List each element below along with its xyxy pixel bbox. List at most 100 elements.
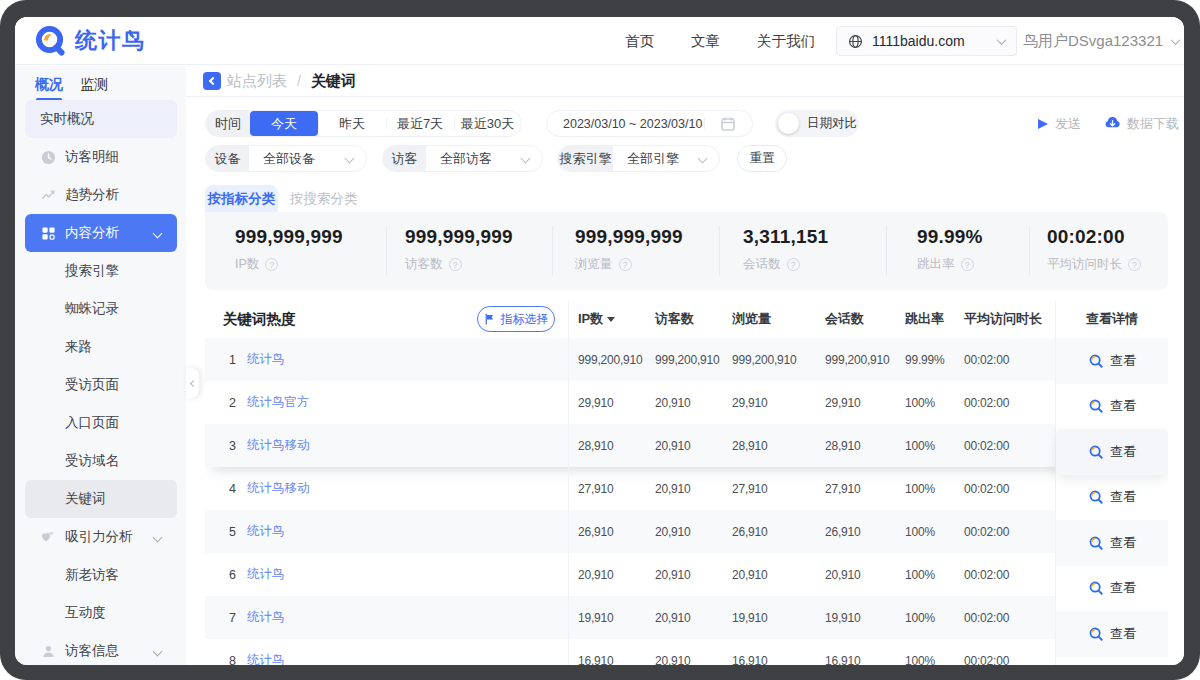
row-rank: 3	[229, 439, 247, 453]
row-rank: 5	[229, 525, 247, 539]
sidebar-tab-0[interactable]: 概况	[35, 76, 63, 94]
back-button[interactable]	[203, 72, 221, 90]
column-header-5[interactable]: 平均访问时长	[954, 310, 1055, 328]
help-icon[interactable]: ?	[787, 258, 800, 271]
help-icon[interactable]: ?	[961, 258, 974, 271]
filter-select-label: 设备	[206, 146, 249, 171]
metric-select-button[interactable]: 指标选择	[477, 306, 555, 332]
column-header-1[interactable]: 访客数	[645, 310, 722, 328]
view-detail-button[interactable]: 查看	[1056, 429, 1168, 475]
column-header-0[interactable]: IP数	[568, 310, 645, 328]
filter-select-2[interactable]: 搜索引擎全部引擎	[557, 145, 720, 172]
keyword-cell: 7统计鸟	[205, 609, 568, 626]
time-option-0[interactable]: 今天	[250, 111, 318, 136]
view-detail-button[interactable]: 查看	[1056, 520, 1168, 566]
keyword-link[interactable]: 统计鸟	[247, 652, 285, 665]
help-icon[interactable]: ?	[1128, 258, 1141, 271]
tab-by-search[interactable]: 按搜索分类	[290, 185, 358, 212]
logo[interactable]: 统计鸟	[35, 25, 146, 56]
download-button[interactable]: 数据下载	[1105, 115, 1179, 133]
sidebar-item-12[interactable]: 新老访客	[25, 556, 177, 594]
sidebar-tab-1[interactable]: 监测	[80, 76, 108, 94]
column-header-2[interactable]: 浏览量	[722, 310, 815, 328]
table-row[interactable]: 6统计鸟20,91020,91020,91020,910100%00:02:00	[205, 553, 1168, 596]
nav-item-0[interactable]: 首页	[625, 32, 654, 51]
table-row[interactable]: 8统计鸟16,91020,91016,91016,910100%00:02:00	[205, 639, 1168, 665]
trend-icon	[41, 188, 56, 203]
cell-duration: 00:02:00	[954, 611, 1055, 625]
sidebar-item-6[interactable]: 来路	[25, 328, 177, 366]
table-row[interactable]: 3统计鸟移动28,91020,91028,91028,910100%00:02:…	[205, 424, 1168, 467]
table-row[interactable]: 1统计鸟999,200,910999,200,910999,200,910999…	[205, 338, 1168, 381]
stat-label-text: 浏览量	[575, 256, 613, 273]
keyword-link[interactable]: 统计鸟	[247, 523, 285, 540]
keyword-link[interactable]: 统计鸟	[247, 566, 285, 583]
view-detail-button[interactable]: 查看	[1056, 475, 1168, 521]
keyword-link[interactable]: 统计鸟官方	[247, 394, 310, 411]
sidebar-item-label: 新老访客	[65, 566, 119, 584]
cell-views: 999,200,910	[722, 353, 815, 367]
time-option-3[interactable]: 最近30天	[454, 111, 521, 136]
send-button[interactable]: 发送	[1038, 115, 1081, 133]
keyword-cell: 6统计鸟	[205, 566, 568, 583]
reset-button[interactable]: 重置	[737, 145, 787, 172]
time-option-1[interactable]: 昨天	[318, 111, 386, 136]
sidebar-item-8[interactable]: 入口页面	[25, 404, 177, 442]
sidebar-item-7[interactable]: 受访页面	[25, 366, 177, 404]
time-option-2[interactable]: 最近7天	[386, 111, 454, 136]
view-detail-button[interactable]: 查看	[1056, 338, 1168, 384]
keyword-link[interactable]: 统计鸟	[247, 609, 285, 626]
filter-select-1[interactable]: 访客全部访客	[382, 145, 543, 172]
view-detail-button[interactable]: 查看	[1056, 384, 1168, 430]
nav-item-2[interactable]: 关于我们	[757, 32, 815, 51]
stat-value: 999,999,999	[575, 226, 720, 248]
keyword-link[interactable]: 统计鸟	[247, 351, 285, 368]
row-rank: 6	[229, 568, 247, 582]
sidebar-item-9[interactable]: 受访域名	[25, 442, 177, 480]
view-detail-button[interactable]: 查看	[1056, 657, 1168, 666]
calendar-icon[interactable]	[704, 111, 752, 136]
tab-by-metric[interactable]: 按指标分类	[205, 185, 278, 212]
column-header-4[interactable]: 跳出率	[895, 310, 954, 328]
help-icon[interactable]: ?	[449, 258, 462, 271]
globe-icon	[848, 34, 863, 49]
sidebar-item-5[interactable]: 蜘蛛记录	[25, 290, 177, 328]
help-icon[interactable]: ?	[619, 258, 632, 271]
site-selector[interactable]: 1111baidu.com	[836, 26, 1017, 56]
table-row[interactable]: 4统计鸟移动27,91020,91027,91027,910100%00:02:…	[205, 467, 1168, 510]
cell-ip: 999,200,910	[568, 353, 645, 367]
filter-select-0[interactable]: 设备全部设备	[205, 145, 367, 172]
table-row[interactable]: 2统计鸟官方29,91020,91029,91029,910100%00:02:…	[205, 381, 1168, 424]
view-detail-button[interactable]: 查看	[1056, 566, 1168, 612]
cell-views: 16,910	[722, 654, 815, 666]
view-detail-button[interactable]: 查看	[1056, 611, 1168, 657]
date-compare-toggle[interactable]: 日期对比	[775, 110, 859, 137]
cell-visitors: 20,910	[645, 396, 722, 410]
sidebar-item-0[interactable]: 实时概况	[25, 100, 177, 138]
grid-icon	[41, 226, 56, 241]
help-icon[interactable]: ?	[265, 258, 278, 271]
table-row[interactable]: 5统计鸟26,91020,91026,91026,910100%00:02:00	[205, 510, 1168, 553]
sidebar-item-14[interactable]: 访客信息	[25, 632, 177, 665]
sidebar-item-13[interactable]: 互动度	[25, 594, 177, 632]
nav-item-1[interactable]: 文章	[691, 32, 720, 51]
column-header-3[interactable]: 会话数	[815, 310, 895, 328]
keyword-link[interactable]: 统计鸟移动	[247, 437, 310, 454]
history-icon	[40, 149, 56, 165]
grid-icon	[40, 225, 56, 241]
keyword-link[interactable]: 统计鸟移动	[247, 480, 310, 497]
user-menu[interactable]: 鸟用户DSvga123321	[1023, 17, 1179, 65]
date-range-picker[interactable]: 2023/03/10 ~ 2023/03/10	[546, 110, 753, 137]
view-magnifier-icon	[1088, 444, 1104, 460]
sidebar-item-1[interactable]: 访客明细	[25, 138, 177, 176]
history-icon	[41, 150, 56, 165]
sidebar-item-11[interactable]: 吸引力分析	[25, 518, 177, 556]
table-row[interactable]: 7统计鸟19,91020,91019,91019,910100%00:02:00	[205, 596, 1168, 639]
sidebar-item-3[interactable]: 内容分析	[25, 214, 177, 252]
view-label: 查看	[1110, 443, 1136, 461]
sidebar-item-2[interactable]: 趋势分析	[25, 176, 177, 214]
sidebar-collapse-handle[interactable]	[186, 368, 199, 398]
sidebar-item-10[interactable]: 关键词	[25, 480, 177, 518]
breadcrumb-parent[interactable]: 站点列表	[227, 72, 287, 91]
sidebar-item-4[interactable]: 搜索引擎	[25, 252, 177, 290]
